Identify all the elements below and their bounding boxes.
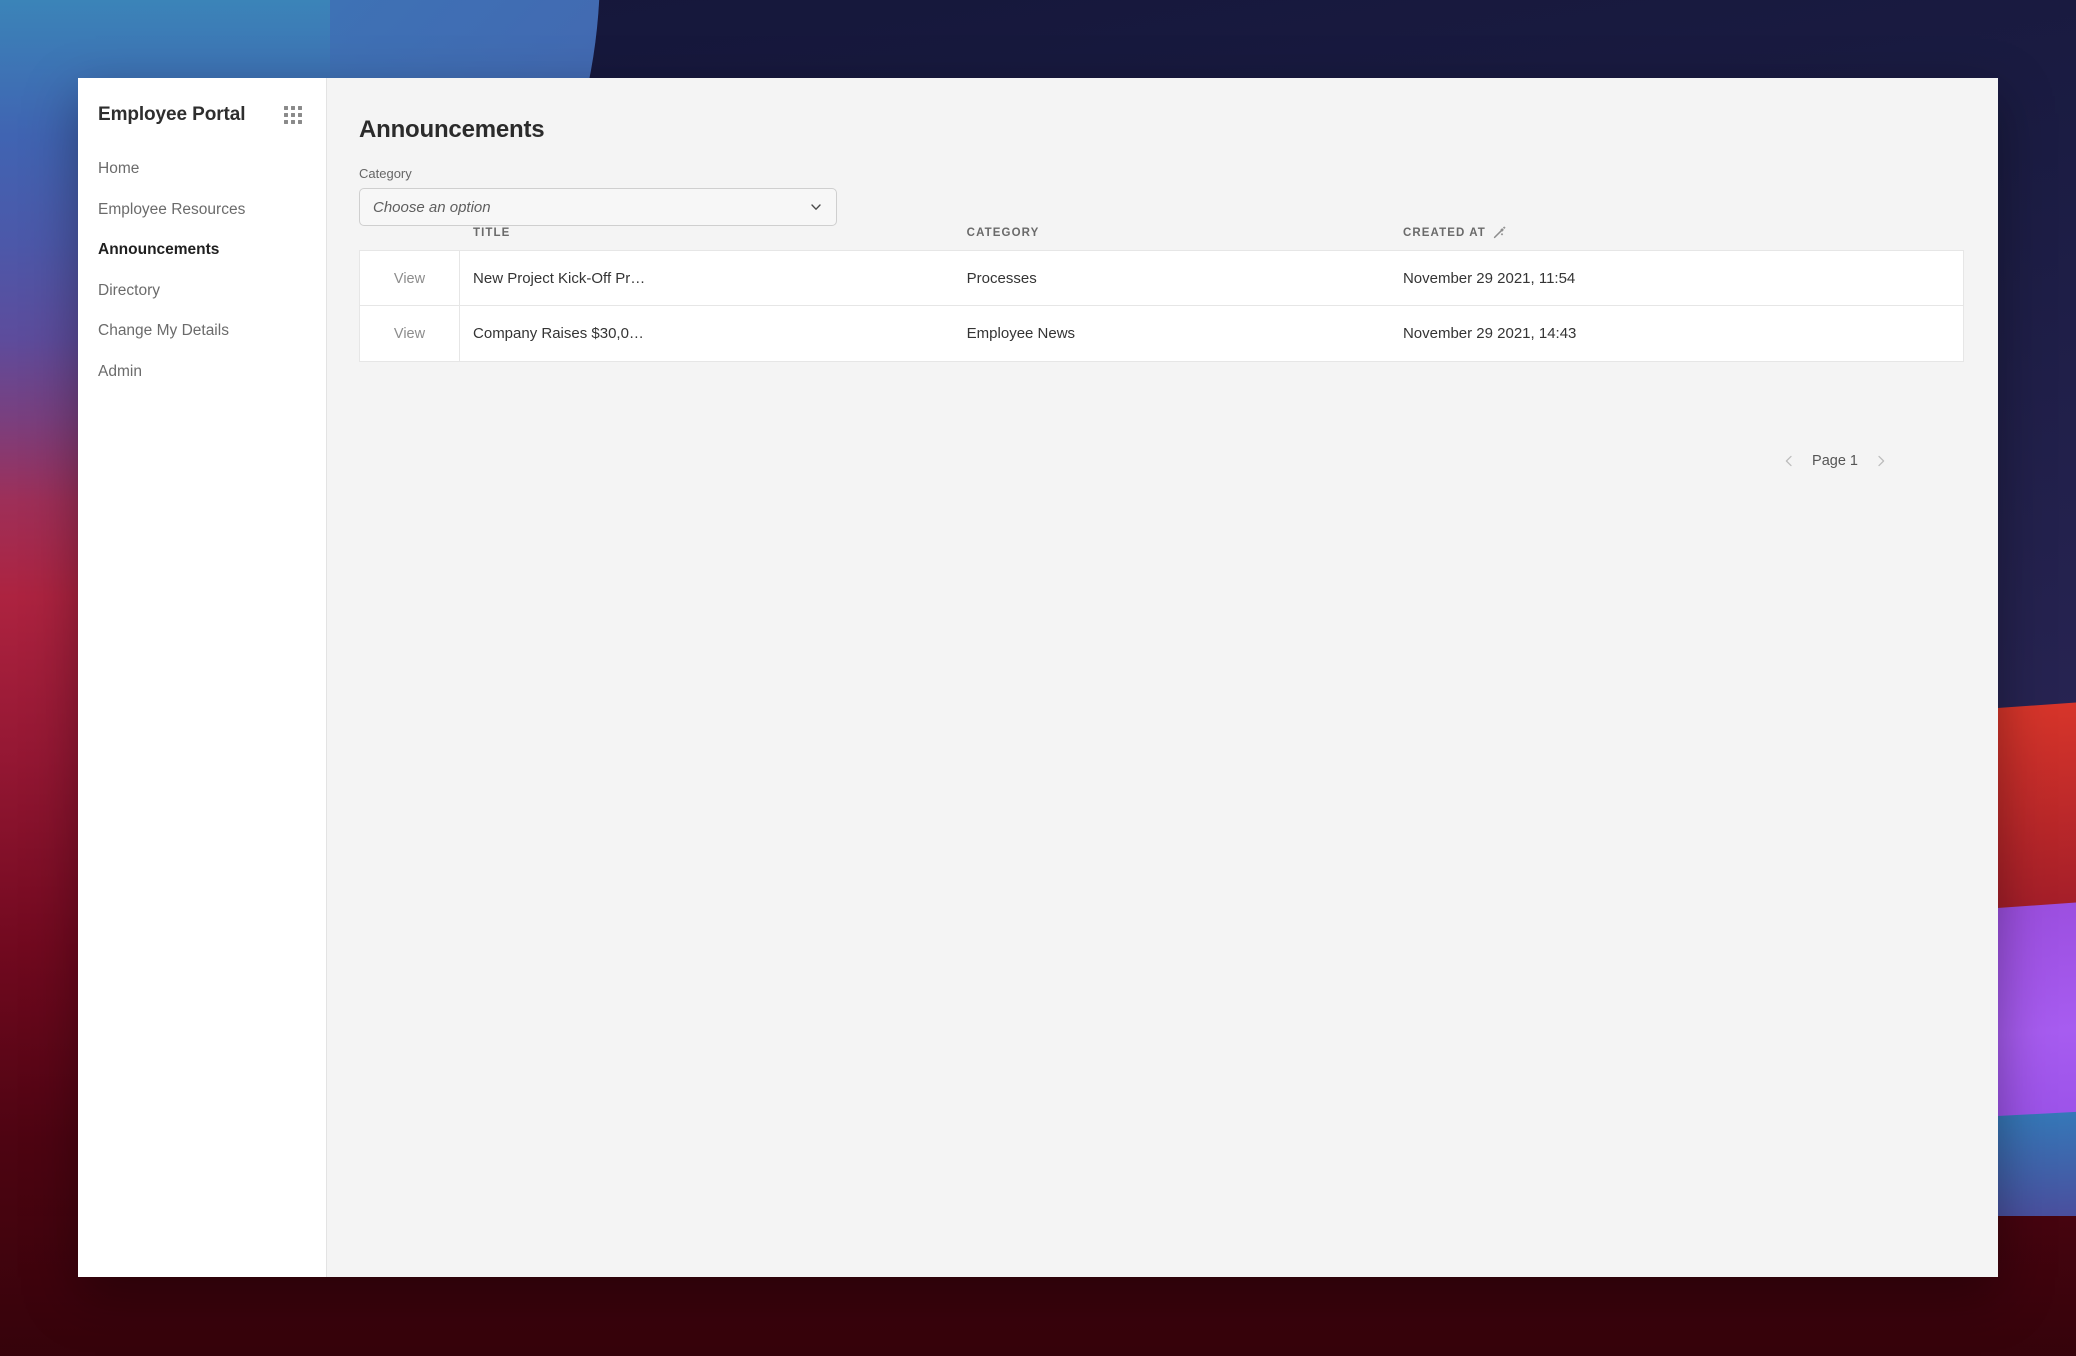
sidebar-item-directory[interactable]: Directory [78, 282, 326, 301]
sidebar-item-home[interactable]: Home [78, 160, 326, 179]
table-cell-created-at: November 29 2021, 14:43 [1389, 306, 1964, 362]
category-filter-label: Category [359, 166, 412, 181]
category-select[interactable]: Choose an option [359, 188, 837, 226]
grid-dot [291, 120, 295, 124]
sidebar-item-employee-resources[interactable]: Employee Resources [78, 201, 326, 220]
column-header-created-at-label: CREATED AT [1402, 226, 1486, 239]
grid-dot [284, 120, 288, 124]
column-header-category-label: CATEGORY [966, 227, 1040, 239]
pagination-page-label: Page 1 [1812, 453, 1858, 469]
grid-dot [291, 106, 295, 110]
category-filter: Category Choose an option [359, 166, 1998, 226]
table-cell-category: Employee News [953, 306, 1390, 362]
grid-apps-icon[interactable] [284, 106, 302, 124]
table-cell-title: Company Raises $30,0… [460, 306, 954, 362]
column-header-category-inner: CATEGORY [967, 227, 1040, 239]
column-header-view [359, 226, 460, 250]
grid-dot [291, 113, 295, 117]
column-header-category[interactable]: CATEGORY [954, 226, 1390, 250]
announcements-table-area: TITLE CATEGORY CREATED AT View New Proje… [359, 226, 1965, 362]
view-button[interactable]: View [394, 326, 425, 342]
column-header-title-inner: TITLE [473, 227, 510, 239]
table-row[interactable]: View New Project Kick-Off Pr… Processes … [359, 250, 1964, 306]
sidebar-header: Employee Portal [78, 104, 326, 126]
table-header-row: TITLE CATEGORY CREATED AT [359, 226, 1964, 250]
grid-dot [298, 113, 302, 117]
grid-dot [284, 106, 288, 110]
category-select-value: Choose an option [373, 198, 491, 216]
main-content: Announcements Category Choose an option [327, 78, 1998, 1277]
announcements-table: TITLE CATEGORY CREATED AT View New Proje… [359, 226, 1964, 362]
sidebar-item-change-my-details[interactable]: Change My Details [78, 322, 326, 341]
sidebar-item-announcements[interactable]: Announcements [78, 241, 326, 260]
table-body: View New Project Kick-Off Pr… Processes … [359, 250, 1964, 362]
table-cell-view[interactable]: View [359, 250, 461, 306]
view-button[interactable]: View [394, 271, 425, 287]
desktop-wallpaper: Employee Portal Home Employee Resources … [0, 0, 2076, 1356]
table-head: TITLE CATEGORY CREATED AT [359, 226, 1964, 250]
pagination-next-button[interactable] [1874, 454, 1888, 468]
chevron-down-icon [809, 200, 823, 214]
sidebar-item-admin[interactable]: Admin [78, 363, 326, 382]
sidebar: Employee Portal Home Employee Resources … [78, 78, 327, 1277]
table-cell-title: New Project Kick-Off Pr… [460, 250, 954, 306]
pagination: Page 1 [1782, 453, 1888, 469]
application-window: Employee Portal Home Employee Resources … [78, 78, 1998, 1277]
column-header-title-label: TITLE [473, 227, 511, 239]
table-cell-category: Processes [953, 250, 1390, 306]
page-title: Announcements [359, 116, 545, 143]
grid-dot [298, 106, 302, 110]
pagination-prev-button[interactable] [1782, 454, 1796, 468]
brand-title: Employee Portal [98, 104, 246, 125]
grid-dot [298, 120, 302, 124]
magic-wand-icon[interactable] [1493, 226, 1506, 239]
table-cell-view[interactable]: View [359, 306, 461, 362]
table-cell-created-at: November 29 2021, 11:54 [1389, 250, 1964, 306]
column-header-title[interactable]: TITLE [460, 226, 954, 250]
column-header-created-at[interactable]: CREATED AT [1390, 226, 1964, 250]
sidebar-nav: Home Employee Resources Announcements Di… [78, 160, 326, 382]
grid-dot [284, 113, 288, 117]
column-header-created-at-inner: CREATED AT [1403, 226, 1506, 239]
table-row[interactable]: View Company Raises $30,0… Employee News… [359, 306, 1964, 362]
